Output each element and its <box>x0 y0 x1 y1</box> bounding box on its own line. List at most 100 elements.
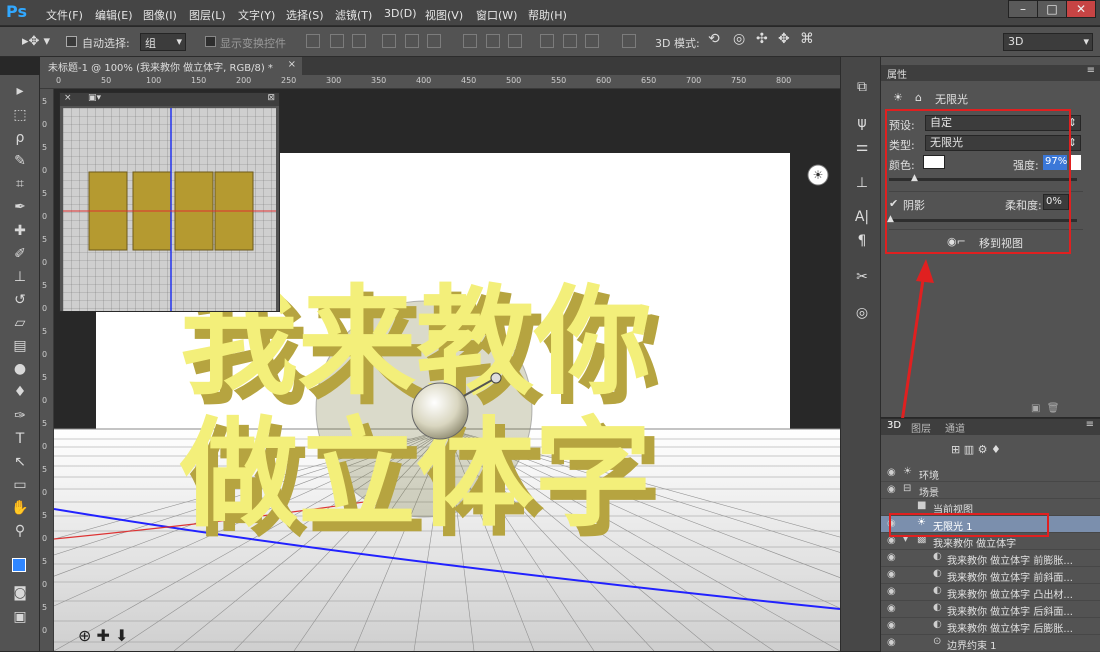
tab-layers[interactable]: 图层 <box>911 420 931 435</box>
character-panel-icon[interactable]: A| <box>851 209 873 229</box>
eye-icon[interactable]: ◉ <box>887 569 896 580</box>
menu-window[interactable]: 窗口(W) <box>476 7 517 23</box>
zoom-tool-icon[interactable]: ⚲ <box>10 521 30 541</box>
brush-panel-icon[interactable]: ψ <box>851 115 873 135</box>
gradient-tool-icon[interactable]: ▤ <box>10 336 30 356</box>
list-item[interactable]: ◉ ◐ 我来教你 做立体字 前斜面... <box>881 567 1100 584</box>
eraser-tool-icon[interactable]: ▱ <box>10 313 30 333</box>
ruler-horizontal: 0 50 100 150 200 250 300 350 400 450 500 550 600 650 7… <box>40 75 840 89</box>
3d-roll-icon[interactable]: ◎ <box>733 31 745 47</box>
list-item[interactable]: ◉ ⊟ 场景 <box>881 482 1100 499</box>
adjustments-panel-icon[interactable]: ⚌ <box>851 139 873 159</box>
marquee-tool-icon[interactable]: ⬚ <box>10 105 30 125</box>
brush-tool-icon[interactable]: ✐ <box>10 244 30 264</box>
3d-scale-icon[interactable]: ⌘ <box>800 31 814 47</box>
view-camera-icon[interactable]: ▣▾ <box>88 93 101 103</box>
tab-3d[interactable]: 3D <box>887 420 901 431</box>
menu-file[interactable]: 文件(F) <box>46 7 83 23</box>
move-tool-icon[interactable]: ▸ <box>10 81 30 101</box>
align-hcenter-icon[interactable] <box>405 34 419 48</box>
show-transform-checkbox[interactable] <box>205 36 216 47</box>
distribute-top-icon[interactable] <box>463 34 477 48</box>
move-tool-icon[interactable]: ▸✥ ▾ <box>22 34 50 49</box>
list-item[interactable]: ◉ ◐ 我来教你 做立体字 凸出材... <box>881 584 1100 601</box>
history-panel-icon[interactable]: ⧉ <box>851 79 873 99</box>
align-bottom-icon[interactable] <box>352 34 366 48</box>
screen-mode-icon[interactable]: ▣ <box>10 607 30 627</box>
close-view-icon[interactable]: × <box>64 93 72 103</box>
healing-brush-tool-icon[interactable]: ✚ <box>10 221 30 241</box>
list-item[interactable]: ◉ ◐ 我来教你 做立体字 后斜面... <box>881 601 1100 618</box>
panel-menu-icon[interactable]: ≡ <box>1087 65 1095 76</box>
menu-image[interactable]: 图像(I) <box>143 7 177 23</box>
menu-help[interactable]: 帮助(H) <box>528 7 567 23</box>
menu-edit[interactable]: 编辑(E) <box>95 7 133 23</box>
workspace-dropdown[interactable]: 3D ▾ <box>1003 33 1093 51</box>
3d-filter-icons[interactable]: ⊞ ▥ ⚙ ♦ <box>951 443 1051 461</box>
paragraph-panel-icon[interactable]: ¶ <box>851 233 873 253</box>
list-item[interactable]: ◉ ⊙ 边界约束 1 <box>881 635 1100 652</box>
eyedropper-tool-icon[interactable]: ✒ <box>10 197 30 217</box>
tool-presets-panel-icon[interactable]: ✂ <box>851 269 873 289</box>
align-left-icon[interactable] <box>382 34 396 48</box>
maximize-button[interactable]: □ <box>1037 0 1067 18</box>
close-tab-icon[interactable]: × <box>288 59 296 70</box>
distribute-hcenter-icon[interactable] <box>563 34 577 48</box>
panel-footer-icons[interactable]: ▣ 🗑 <box>1031 403 1060 414</box>
eye-icon[interactable]: ◉ <box>887 586 896 597</box>
eye-icon[interactable]: ◉ <box>887 603 896 614</box>
crop-tool-icon[interactable]: ⌗ <box>10 174 30 194</box>
lasso-tool-icon[interactable]: ρ <box>10 128 30 148</box>
quick-mask-icon[interactable]: ◙ <box>10 583 30 603</box>
close-button[interactable]: ✕ <box>1066 0 1096 18</box>
clone-stamp-tool-icon[interactable]: ⊥ <box>10 267 30 287</box>
distribute-left-icon[interactable] <box>540 34 554 48</box>
3d-slide-icon[interactable]: ✥ <box>778 31 790 47</box>
tab-channels[interactable]: 通道 <box>945 420 965 435</box>
document-tab[interactable]: 未标题-1 @ 100% (我来教你 做立体字, RGB/8) * × <box>40 57 302 75</box>
hand-tool-icon[interactable]: ✋ <box>10 498 30 518</box>
auto-align-icon[interactable] <box>622 34 636 48</box>
history-brush-tool-icon[interactable]: ↺ <box>10 290 30 310</box>
quick-select-tool-icon[interactable]: ✎ <box>10 151 30 171</box>
dodge-tool-icon[interactable]: ♦ <box>10 382 30 402</box>
menu-select[interactable]: 选择(S) <box>286 7 324 23</box>
menu-layer[interactable]: 图层(L) <box>189 7 226 23</box>
menu-type[interactable]: 文字(Y) <box>238 7 275 23</box>
swap-view-icon[interactable]: ⊠ <box>267 93 275 103</box>
auto-select-dropdown[interactable]: 组 ▾ <box>140 33 186 51</box>
align-top-icon[interactable] <box>306 34 320 48</box>
distribute-right-icon[interactable] <box>585 34 599 48</box>
foreground-color-swatch[interactable] <box>12 558 26 572</box>
properties-tab[interactable]: 属性 <box>887 66 907 81</box>
blur-tool-icon[interactable]: ● <box>10 359 30 379</box>
path-select-tool-icon[interactable]: ↖ <box>10 452 30 472</box>
eye-icon[interactable]: ◉ <box>887 620 896 631</box>
distribute-vcenter-icon[interactable] <box>486 34 500 48</box>
3d-panel-icon[interactable]: ◎ <box>851 305 873 325</box>
list-item[interactable]: ◉ ◐ 我来教你 做立体字 后膨胀... <box>881 618 1100 635</box>
auto-select-checkbox[interactable] <box>66 36 77 47</box>
minimize-button[interactable]: – <box>1008 0 1038 18</box>
list-item[interactable]: ◉ ☀ 环境 <box>881 465 1100 482</box>
3d-rotate-icon[interactable]: ⟲ <box>708 31 720 47</box>
align-vcenter-icon[interactable] <box>330 34 344 48</box>
list-item[interactable]: ◉ ◐ 我来教你 做立体字 前膨胀... <box>881 550 1100 567</box>
menu-filter[interactable]: 滤镜(T) <box>335 7 372 23</box>
align-right-icon[interactable] <box>427 34 441 48</box>
coordinates-icon[interactable]: ⌂ <box>915 91 922 104</box>
clone-source-panel-icon[interactable]: ⊥ <box>851 175 873 195</box>
secondary-view-panel[interactable]: × ▣▾ ⊠ <box>59 92 280 312</box>
menu-view[interactable]: 视图(V) <box>425 7 463 23</box>
pen-tool-icon[interactable]: ✑ <box>10 406 30 426</box>
menu-3d[interactable]: 3D(D) <box>384 7 417 20</box>
eye-icon[interactable]: ◉ <box>887 467 896 478</box>
distribute-bottom-icon[interactable] <box>508 34 522 48</box>
shape-tool-icon[interactable]: ▭ <box>10 475 30 495</box>
type-tool-icon[interactable]: T <box>10 429 30 449</box>
eye-icon[interactable]: ◉ <box>887 637 896 648</box>
panel-menu-icon[interactable]: ≡ <box>1086 419 1094 430</box>
eye-icon[interactable]: ◉ <box>887 484 896 495</box>
eye-icon[interactable]: ◉ <box>887 552 896 563</box>
3d-drag-icon[interactable]: ✣ <box>756 31 768 47</box>
